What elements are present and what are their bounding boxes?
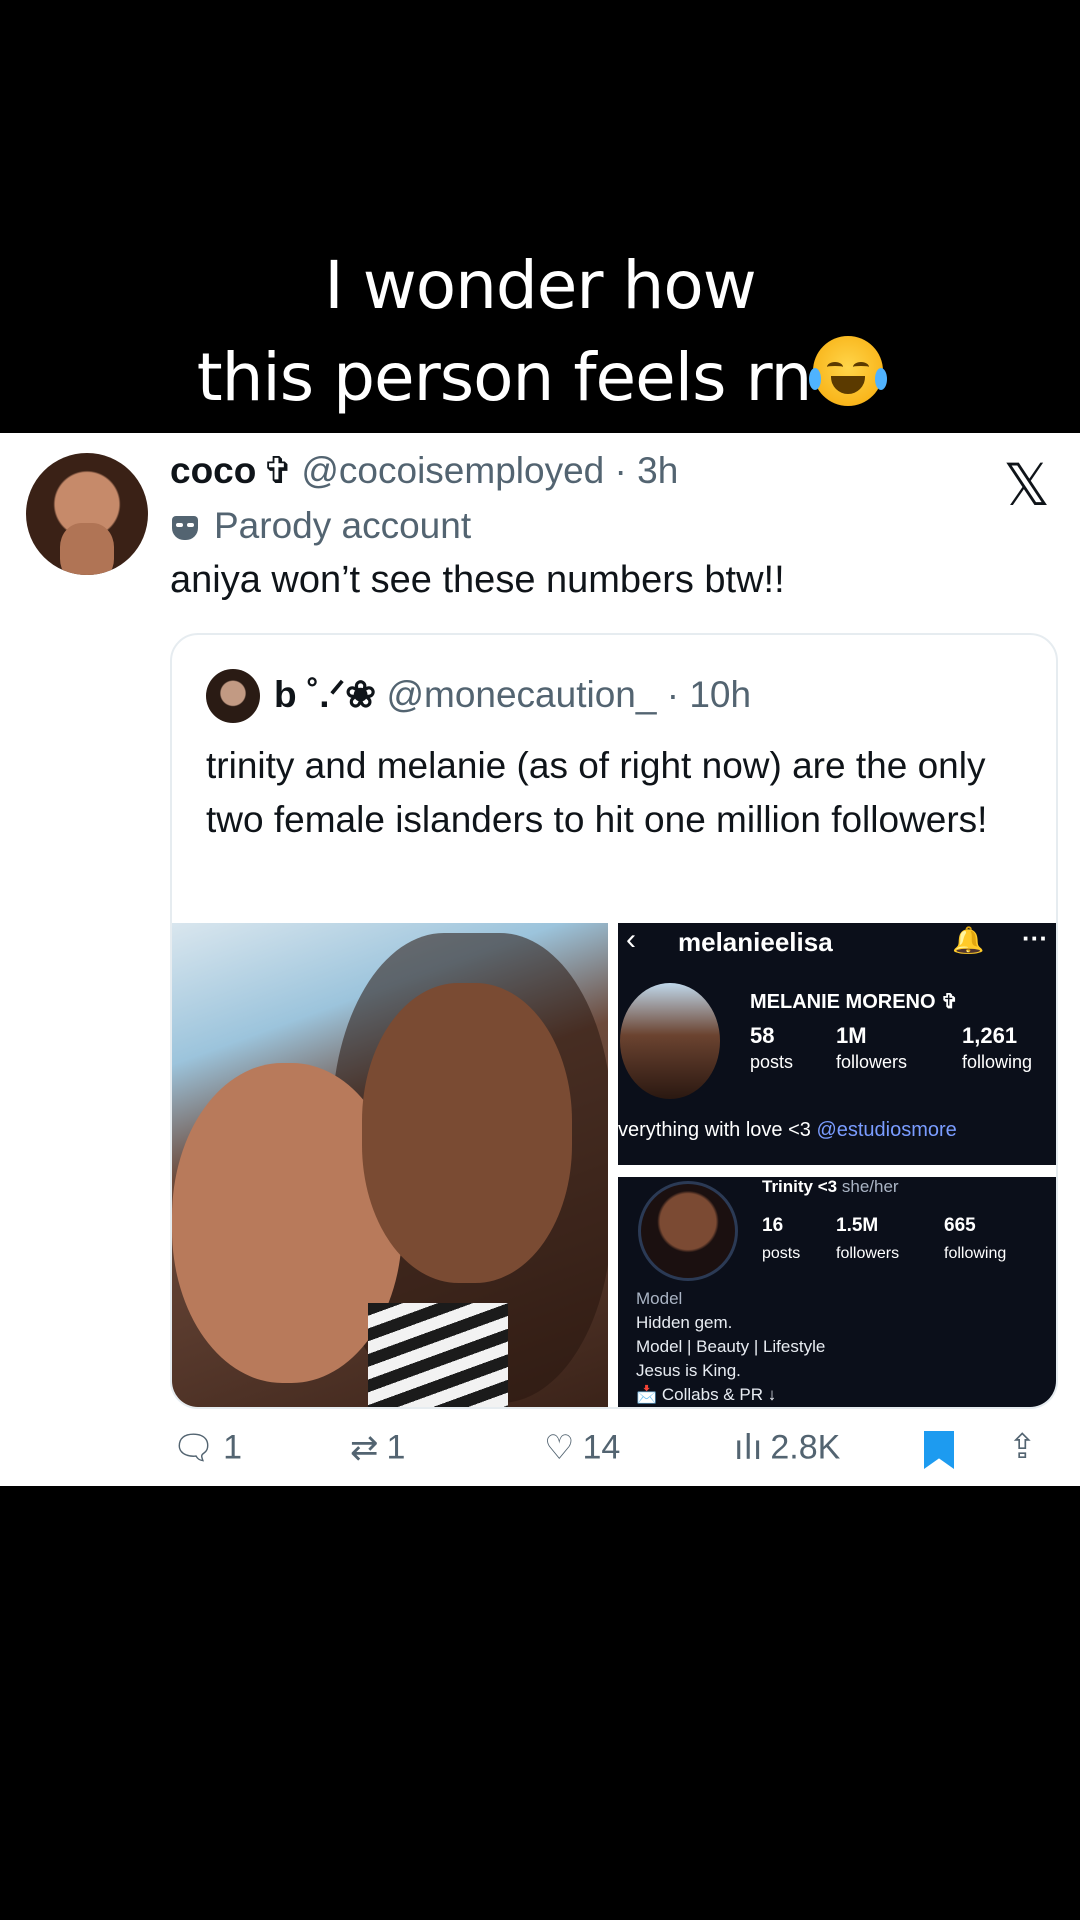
ig-posts-stat: 58 posts xyxy=(750,1023,793,1075)
ig-profile-picture xyxy=(638,1181,738,1281)
repost-button[interactable]: ⇄ 1 xyxy=(350,1427,405,1468)
quoted-author-handle[interactable]: @monecaution_ xyxy=(386,674,656,715)
views-button[interactable]: ılı 2.8K xyxy=(734,1427,840,1468)
ig-following-stat: 1,261 following xyxy=(962,1023,1032,1075)
ig-bio-line: Hidden gem. xyxy=(636,1313,733,1332)
ig-posts-label: posts xyxy=(762,1245,801,1262)
media-photo-couple[interactable] xyxy=(172,923,608,1407)
ig-posts-count: 16 xyxy=(762,1215,784,1236)
ig-following-count: 1,261 xyxy=(962,1023,1018,1048)
tweet-text: aniya won’t see these numbers btw!! xyxy=(170,559,785,601)
ig-posts-count: 58 xyxy=(750,1023,775,1048)
bell-icon: 🔔 xyxy=(952,925,985,955)
quoted-media-grid[interactable]: ‹ melanieelisa 🔔 ··· MELANIE MORENO ✞ 58… xyxy=(172,923,1056,1407)
ig-bio-line: 📩 Collabs & PR ↓ xyxy=(636,1385,777,1404)
parody-label-text: Parody account xyxy=(214,505,472,546)
caption-line-1: I wonder how xyxy=(324,247,756,324)
ig-followers-label: followers xyxy=(836,1052,908,1072)
ig-bio-text: verything with love <3 xyxy=(618,1119,817,1141)
like-count: 14 xyxy=(582,1428,621,1467)
quoted-author-name[interactable]: b ˚.ᐟ❀ xyxy=(274,674,376,715)
ig-followers-stat: 1M followers xyxy=(836,1023,907,1075)
ig-following-count: 665 xyxy=(944,1215,976,1236)
cross-symbol: ✞ xyxy=(262,450,294,491)
quoted-tweet[interactable]: b ˚.ᐟ❀ @monecaution_ · 10h trinity and m… xyxy=(170,633,1058,1409)
ig-display-name: Trinity <3 xyxy=(762,1177,838,1196)
media-instagram-profile-trinity[interactable]: Trinity <3 she/her 16 posts 1.5M followe… xyxy=(618,1177,1056,1407)
bookmark-icon[interactable] xyxy=(924,1431,954,1469)
theater-mask-icon xyxy=(172,516,198,540)
bar-chart-icon: ılı xyxy=(734,1428,763,1469)
video-caption: I wonder how this person feels rn xyxy=(0,240,1080,424)
heart-icon: ♡ xyxy=(544,1428,575,1469)
view-count: 2.8K xyxy=(770,1428,841,1467)
ig-following-label: following xyxy=(944,1245,1007,1262)
ig-bio: Model Hidden gem. Model | Beauty | Lifes… xyxy=(636,1287,825,1407)
ig-bio: verything with love <3 @estudiosmore xyxy=(618,1119,957,1142)
ig-posts-stat: 16 posts xyxy=(762,1213,800,1267)
ig-following-label: following xyxy=(962,1052,1033,1072)
ig-followers-label: followers xyxy=(836,1245,900,1262)
repost-icon: ⇄ xyxy=(350,1428,379,1469)
tweet-time: · 3h xyxy=(614,450,679,491)
ig-followers-count: 1M xyxy=(836,1023,867,1048)
like-button[interactable]: ♡ 14 xyxy=(544,1427,620,1468)
photo-shape xyxy=(362,983,572,1283)
quoted-author-avatar[interactable] xyxy=(206,669,260,723)
ig-username: melanieelisa xyxy=(678,927,833,957)
parody-label: Parody account xyxy=(172,505,471,547)
repost-count: 1 xyxy=(386,1428,406,1467)
quoted-tweet-header: b ˚.ᐟ❀ @monecaution_ · 10h xyxy=(274,673,751,716)
author-name[interactable]: coco xyxy=(170,450,256,491)
author-avatar[interactable] xyxy=(26,453,148,575)
ig-category: Model xyxy=(636,1289,683,1308)
ig-followers-count: 1.5M xyxy=(836,1215,879,1236)
reply-bubble-icon: 🗨 xyxy=(172,1428,216,1469)
caption-line-2-text: this person feels rn xyxy=(196,339,813,416)
reply-count: 1 xyxy=(223,1428,243,1467)
caption-line-2: this person feels rn xyxy=(0,332,1080,424)
author-handle[interactable]: @cocoisemployed xyxy=(301,450,604,491)
ig-following-stat: 665 following xyxy=(944,1213,1006,1267)
ig-display-name-row: Trinity <3 she/her xyxy=(762,1177,899,1197)
tweet-card[interactable]: coco ✞ @cocoisemployed · 3h Parody account… xyxy=(0,433,1080,1486)
tweet-header: coco ✞ @cocoisemployed · 3h xyxy=(170,449,678,492)
ig-bio-line: Model | Beauty | Lifestyle xyxy=(636,1337,826,1356)
tweet-action-bar: 🗨 1 ⇄ 1 ♡ 14 ılı 2.8K ⇪ xyxy=(172,1427,1052,1477)
ig-followers-stat: 1.5M followers xyxy=(836,1213,899,1267)
ig-bio-line: Jesus is King. xyxy=(636,1361,741,1380)
ig-posts-label: posts xyxy=(750,1052,794,1072)
ig-profile-picture xyxy=(620,983,720,1099)
ig-bio-tag: @estudiosmore xyxy=(816,1119,957,1141)
x-logo-icon: 𝕏 xyxy=(1003,451,1050,519)
tears-of-joy-emoji-icon xyxy=(809,336,888,406)
back-chevron-icon: ‹ xyxy=(626,923,636,956)
ig-pronouns: she/her xyxy=(841,1177,899,1196)
share-icon[interactable]: ⇪ xyxy=(1008,1427,1037,1467)
quoted-tweet-time: · 10h xyxy=(666,674,752,715)
media-instagram-profile-melanie[interactable]: ‹ melanieelisa 🔔 ··· MELANIE MORENO ✞ 58… xyxy=(618,923,1056,1165)
quoted-tweet-text: trinity and melanie (as of right now) ar… xyxy=(206,745,988,840)
reply-button[interactable]: 🗨 1 xyxy=(172,1427,242,1468)
photo-shape xyxy=(368,1303,508,1407)
more-options-icon: ··· xyxy=(1022,923,1048,953)
ig-full-name: MELANIE MORENO ✞ xyxy=(750,991,958,1013)
